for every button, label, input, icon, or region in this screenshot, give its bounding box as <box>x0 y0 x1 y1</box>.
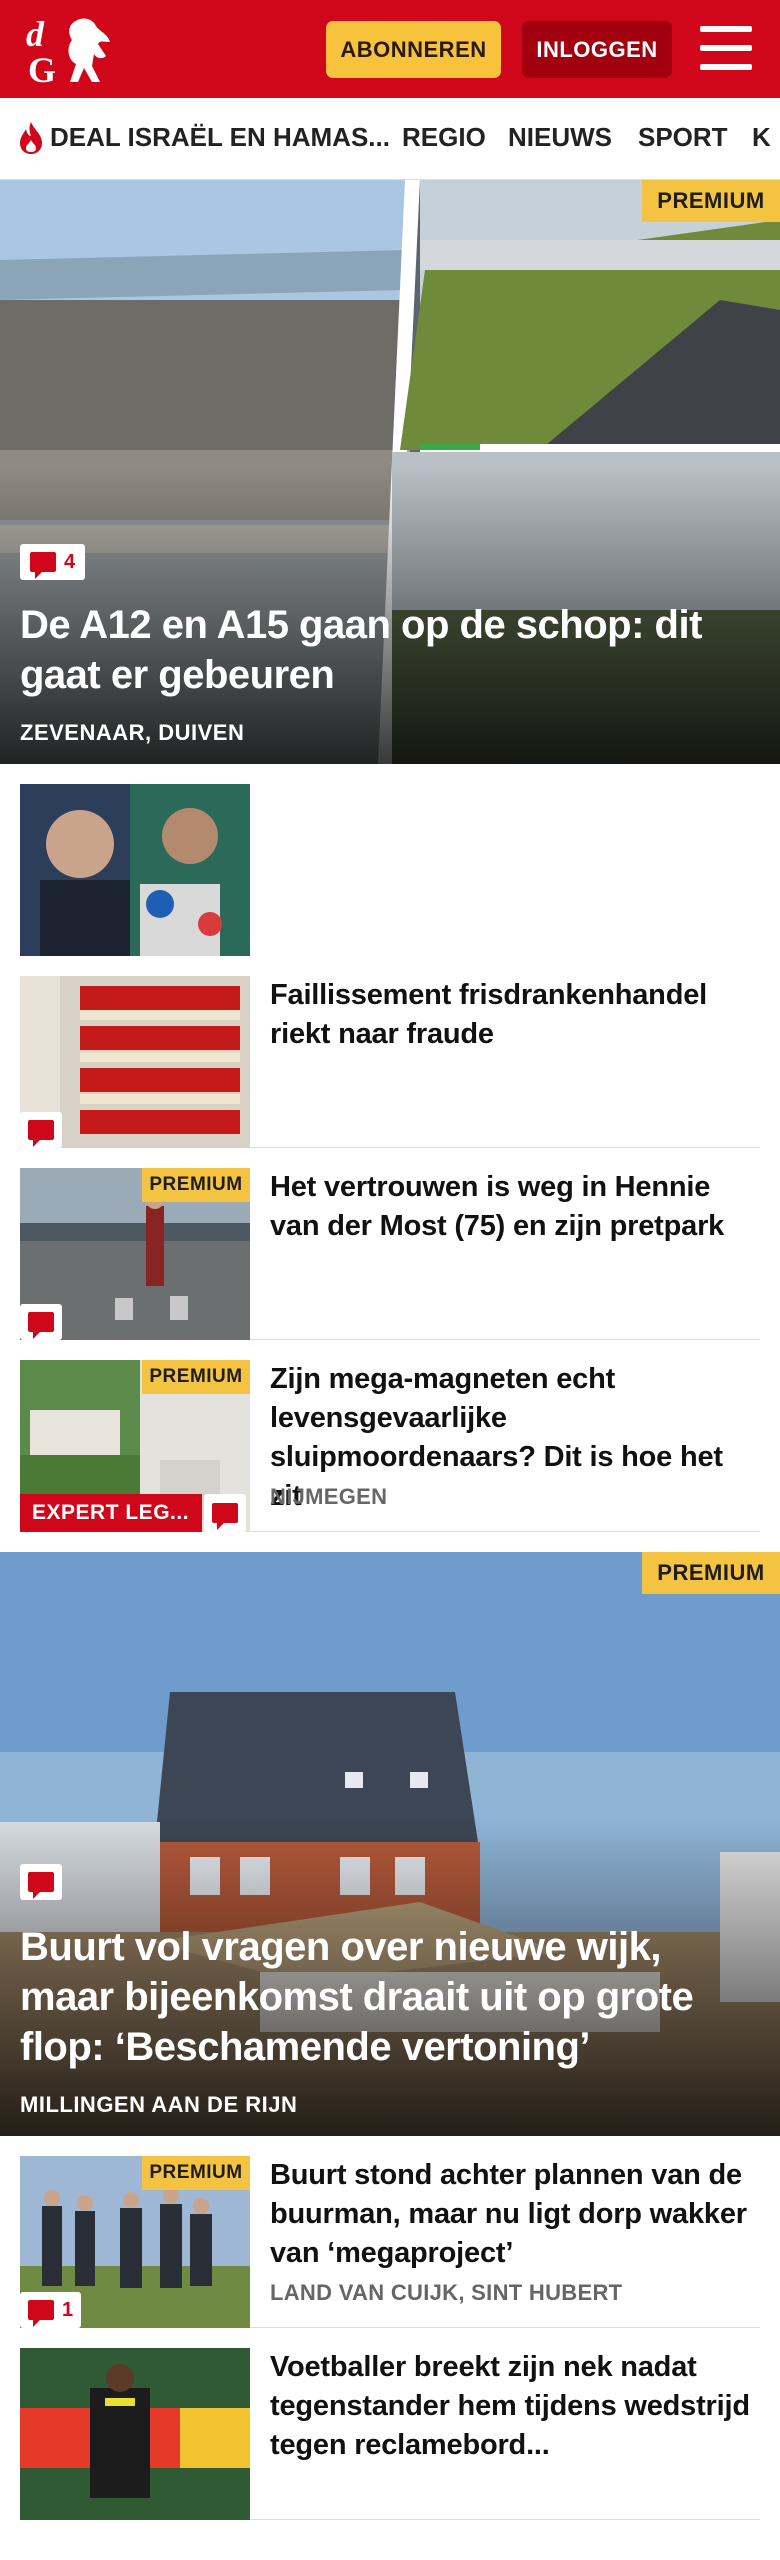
list-item[interactable] <box>20 784 760 958</box>
hero-location: ZEVENAAR, DUIVEN <box>20 720 245 745</box>
comment-icon <box>28 1872 54 1899</box>
premium-badge: PREMIUM <box>142 1360 250 1394</box>
list-item[interactable]: PREMIUM 1 Buurt stond achter plannen van… <box>20 2156 760 2328</box>
top-bar: d G ABONNEREN INLOGGEN <box>0 0 780 98</box>
comment-badge[interactable] <box>20 1304 62 1340</box>
comment-badge[interactable]: 1 <box>20 2292 82 2328</box>
comment-icon <box>30 552 56 579</box>
article-location: NIJMEGEN <box>270 1484 388 1509</box>
article-title[interactable]: Buurt stond achter plannen van de buurma… <box>270 2156 750 2273</box>
list-item[interactable]: PREMIUM Het vertrouwen is weg in Hennie … <box>20 1168 760 1340</box>
nav-item-nieuws[interactable]: NIEUWS <box>508 122 612 153</box>
svg-text:G: G <box>28 50 56 88</box>
login-button[interactable]: INLOGGEN <box>522 21 672 78</box>
nav-item-regio[interactable]: REGIO <box>402 122 486 153</box>
expert-badge: EXPERT LEG... <box>20 1494 202 1532</box>
article-title[interactable]: Het vertrouwen is weg in Hennie van der … <box>270 1168 750 1246</box>
article-title[interactable]: Voetballer breekt zijn nek nadat tegenst… <box>270 2348 750 2465</box>
svg-text:d: d <box>26 14 45 54</box>
logo[interactable]: d G <box>22 12 118 88</box>
premium-badge: PREMIUM <box>642 180 780 222</box>
nav-bar: DEAL ISRAËL EN HAMAS... REGIO NIEUWS SPO… <box>0 98 780 180</box>
nav-item-deal-israel[interactable]: DEAL ISRAËL EN HAMAS... <box>50 122 390 153</box>
list-item[interactable]: Voetballer breekt zijn nek nadat tegenst… <box>20 2348 760 2520</box>
feature-article[interactable]: PREMIUM Buurt vol vragen over nieuwe wij… <box>0 1552 780 2136</box>
nav-item-more[interactable]: K <box>752 122 771 153</box>
list-item[interactable]: Faillissement frisdrankenhandel riekt na… <box>20 976 760 1148</box>
comment-badge[interactable] <box>20 1864 62 1900</box>
menu-icon[interactable] <box>700 26 752 70</box>
comment-count: 1 <box>62 2298 74 2321</box>
hero-title[interactable]: De A12 en A15 gaan op de schop: dit gaat… <box>20 600 740 700</box>
list-item[interactable]: PREMIUM EXPERT LEG... Zijn mega-magneten… <box>20 1360 760 1532</box>
premium-badge: PREMIUM <box>142 1168 250 1202</box>
comment-badge[interactable] <box>20 1112 62 1148</box>
feature-location: MILLINGEN AAN DE RIJN <box>20 2092 298 2117</box>
feature-title[interactable]: Buurt vol vragen over nieuwe wijk, maar … <box>20 1922 740 2072</box>
comment-icon <box>28 1120 54 1147</box>
comment-icon <box>28 2300 54 2327</box>
article-thumbnail <box>20 2348 250 2520</box>
flame-icon <box>20 122 42 154</box>
article-location: LAND VAN CUIJK, SINT HUBERT <box>270 2280 623 2305</box>
comment-icon <box>212 1503 238 1530</box>
nav-item-sport[interactable]: SPORT <box>638 122 728 153</box>
premium-badge: PREMIUM <box>142 2156 250 2190</box>
comment-icon <box>28 1312 54 1339</box>
hero-article[interactable]: PREMIUM 4 De A12 en A15 gaan op de schop… <box>0 180 780 764</box>
subscribe-button[interactable]: ABONNEREN <box>326 21 501 78</box>
article-title[interactable]: Faillissement frisdrankenhandel riekt na… <box>270 976 750 1054</box>
comment-count: 4 <box>64 550 76 573</box>
article-thumbnail <box>20 784 250 956</box>
comment-badge[interactable]: 4 <box>20 544 86 580</box>
comment-badge[interactable] <box>204 1494 246 1532</box>
premium-badge: PREMIUM <box>642 1552 780 1594</box>
